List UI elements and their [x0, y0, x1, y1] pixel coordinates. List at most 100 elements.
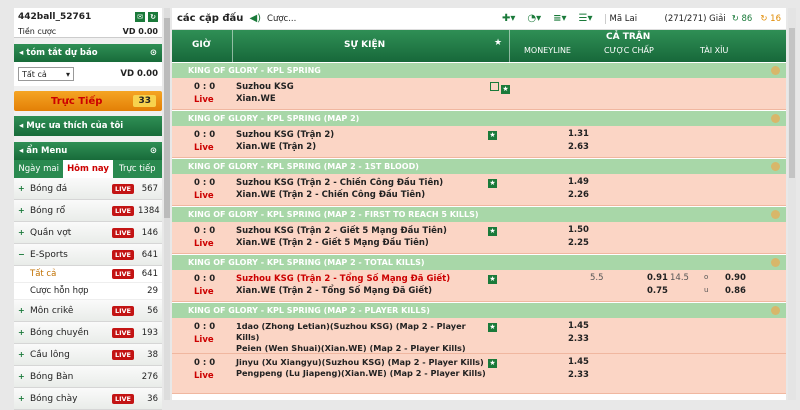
- summary-select-value: Tất cả: [22, 69, 47, 79]
- moneyline-away-odds[interactable]: 2.63: [568, 142, 589, 152]
- sort-icon[interactable]: ≡▾: [553, 13, 566, 24]
- refresh-counter-2[interactable]: ↻ 16: [760, 14, 781, 24]
- collapse-icon[interactable]: ⊙: [150, 48, 157, 58]
- collapse-icon[interactable]: ⊙: [150, 146, 157, 156]
- moneyline-away-odds[interactable]: 2.33: [568, 334, 589, 344]
- match-row: 0 : 0 Live Jinyu (Xu Xiangyu)(Suzhou KSG)…: [172, 354, 786, 394]
- collapse-icon[interactable]: [771, 306, 780, 315]
- moneyline-away-odds[interactable]: 2.25: [568, 238, 589, 248]
- collapse-icon[interactable]: [771, 162, 780, 171]
- plus-icon: +: [18, 394, 25, 403]
- sub-name: Cược hỗn hợp: [30, 286, 89, 296]
- collapse-icon[interactable]: [771, 66, 780, 75]
- refresh-icon[interactable]: ↻: [148, 11, 158, 22]
- moneyline-home-odds[interactable]: 1.49: [568, 177, 589, 187]
- favorite-star-icon[interactable]: ★: [488, 323, 497, 332]
- sport-name: Bóng chày: [30, 393, 78, 404]
- league-header[interactable]: KING OF GLORY - KPL SPRING (MAP 2 - 1ST …: [172, 158, 786, 174]
- tab-live[interactable]: Trực tiếp: [113, 160, 162, 178]
- plus-icon: +: [18, 350, 25, 359]
- balance-row: Tiền cược VD 0.00: [14, 25, 162, 38]
- favorites-label: Mục ưa thích của tôi: [26, 121, 124, 131]
- live-count: 33: [133, 95, 156, 107]
- moneyline-home-odds[interactable]: 1.45: [568, 321, 589, 331]
- moneyline-home-odds[interactable]: 1.45: [568, 357, 589, 367]
- sport-item-volleyball[interactable]: + Bóng chuyền LIVE 193: [14, 322, 162, 344]
- summary-body: Tất cả ▾ VD 0.00: [14, 62, 162, 86]
- sport-name: Bóng rổ: [30, 205, 66, 216]
- col-event: SỰ KIỆN: [344, 40, 386, 50]
- league-title: KING OF GLORY - KPL SPRING: [188, 66, 321, 75]
- arrow-icon: ◂: [19, 121, 24, 131]
- sport-item-football[interactable]: + Bóng đá LIVE 567: [14, 178, 162, 200]
- main-scrollbar[interactable]: [788, 8, 796, 400]
- star-icon[interactable]: ★: [494, 38, 502, 48]
- menu-tabs: Ngày mai Hôm nay Trực tiếp: [14, 160, 162, 178]
- match-score: 0 : 0: [194, 322, 216, 332]
- sport-item-basketball[interactable]: + Bóng rổ LIVE 1384: [14, 200, 162, 222]
- over-marker: o: [704, 273, 709, 281]
- moneyline-home-odds[interactable]: 1.50: [568, 225, 589, 235]
- favorite-star-icon[interactable]: ★: [488, 179, 497, 188]
- summary-header[interactable]: ◂ tóm tắt dự báo ⊙: [14, 44, 162, 62]
- away-team: Xian.WE (Trận 2 - Chiến Công Đầu Tiên): [236, 190, 426, 200]
- favorite-star-icon[interactable]: ★: [488, 359, 497, 368]
- col-over-under: TÀI XỈU: [700, 46, 729, 55]
- moneyline-home-odds[interactable]: 1.31: [568, 129, 589, 139]
- favorite-star-icon[interactable]: ★: [488, 227, 497, 236]
- league-title: KING OF GLORY - KPL SPRING (MAP 2 - FIRS…: [188, 210, 479, 219]
- sport-item-table-tennis[interactable]: + Bóng Bàn 276: [14, 366, 162, 388]
- add-icon[interactable]: ✚▾: [502, 13, 515, 24]
- league-header[interactable]: KING OF GLORY - KPL SPRING (MAP 2): [172, 110, 786, 126]
- moneyline-away-odds[interactable]: 2.26: [568, 190, 589, 200]
- speaker-icon[interactable]: ◀): [249, 13, 261, 24]
- sport-item-badminton[interactable]: + Cầu lông LIVE 38: [14, 344, 162, 366]
- favorites-bar[interactable]: ◂ Mục ưa thích của tôi: [14, 116, 162, 136]
- collapse-icon[interactable]: [771, 114, 780, 123]
- collapse-icon[interactable]: [771, 210, 780, 219]
- summary-value: VD 0.00: [120, 69, 158, 79]
- under-odds[interactable]: 0.86: [725, 286, 746, 296]
- league-header[interactable]: KING OF GLORY - KPL SPRING (MAP 2 - FIRS…: [172, 206, 786, 222]
- favorite-star-icon[interactable]: ★: [501, 85, 510, 94]
- handicap-line: 5.5: [590, 273, 604, 283]
- clock-icon[interactable]: ◔▾: [527, 13, 541, 24]
- sport-item-tennis[interactable]: + Quần vợt LIVE 146: [14, 222, 162, 244]
- favorite-star-icon[interactable]: ★: [488, 131, 497, 140]
- esports-sub-all[interactable]: Tất cả LIVE 641: [14, 266, 162, 283]
- tab-tomorrow[interactable]: Ngày mai: [14, 160, 63, 178]
- tv-icon[interactable]: [490, 82, 499, 91]
- sport-item-baseball[interactable]: + Bóng chày LIVE 36: [14, 388, 162, 410]
- sport-count: 56: [147, 305, 158, 316]
- list-icon[interactable]: ☰▾: [579, 13, 593, 24]
- esports-sub-parlay[interactable]: Cược hỗn hợp 29: [14, 283, 162, 300]
- odds-format-select[interactable]: Mã Lai: [604, 13, 665, 24]
- match-row: 0 : 0 Live Suzhou KSG (Trận 2 - Chiến Côn…: [172, 174, 786, 206]
- plus-icon: +: [18, 206, 25, 215]
- match-status: Live: [194, 95, 214, 105]
- league-header[interactable]: KING OF GLORY - KPL SPRING (MAP 2 - TOTA…: [172, 254, 786, 270]
- tab-today[interactable]: Hôm nay: [63, 160, 113, 178]
- menu-header[interactable]: ◂ ẩn Menu ⊙: [14, 142, 162, 160]
- over-odds[interactable]: 0.90: [725, 273, 746, 283]
- summary-select[interactable]: Tất cả ▾: [18, 67, 74, 81]
- mail-icon[interactable]: ✉: [135, 11, 145, 22]
- away-team: Xian.WE (Trận 2 - Giết 5 Mạng Đầu Tiên): [236, 238, 429, 248]
- handicap-home-odds[interactable]: 0.91: [647, 273, 668, 283]
- collapse-icon[interactable]: [771, 258, 780, 267]
- league-header[interactable]: KING OF GLORY - KPL SPRING (MAP 2 - PLAY…: [172, 302, 786, 318]
- sidebar-scroll-thumb[interactable]: [164, 18, 170, 218]
- sport-item-esports[interactable]: − E-Sports LIVE 641: [14, 244, 162, 266]
- sidebar-scrollbar[interactable]: [164, 8, 170, 400]
- main-scroll-thumb[interactable]: [789, 28, 795, 178]
- refresh-counter[interactable]: ↻ 86: [732, 14, 753, 24]
- handicap-away-odds[interactable]: 0.75: [647, 286, 668, 296]
- sport-item-cricket[interactable]: + Môn crikê LIVE 56: [14, 300, 162, 322]
- favorite-star-icon[interactable]: ★: [488, 275, 497, 284]
- account-bar: 442ball_52761 ✉ ↻: [14, 8, 162, 25]
- league-header[interactable]: KING OF GLORY - KPL SPRING: [172, 62, 786, 78]
- search-input[interactable]: Cược...: [267, 14, 397, 24]
- live-button[interactable]: Trực Tiếp 33: [14, 91, 162, 111]
- moneyline-away-odds[interactable]: 2.33: [568, 370, 589, 380]
- sport-count: 641: [141, 249, 158, 260]
